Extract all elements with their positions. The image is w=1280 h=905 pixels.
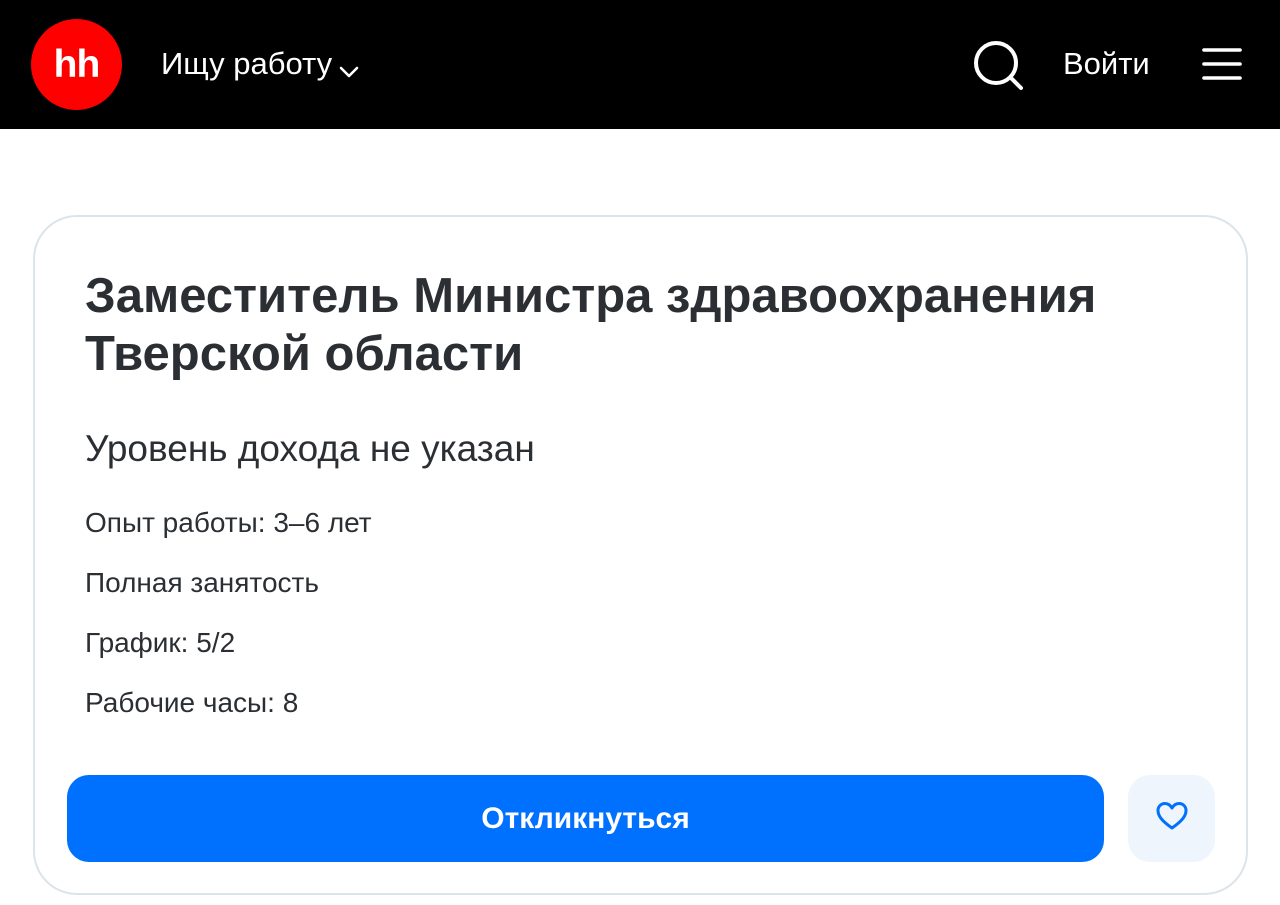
hh-logo[interactable]: hh — [31, 19, 122, 110]
experience-detail: Опыт работы: 3–6 лет — [85, 507, 372, 538]
employment-detail: Полная занятость — [85, 567, 319, 598]
apply-button[interactable]: Откликнуться — [67, 775, 1104, 862]
role-dropdown[interactable]: Ищу работу — [161, 42, 360, 86]
top-bar: hh Ищу работу Войти — [0, 0, 1280, 129]
schedule-detail: График: 5/2 — [85, 627, 236, 658]
role-dropdown-label: Ищу работу — [161, 46, 333, 81]
search-icon[interactable] — [971, 38, 1025, 92]
vacancy-card: Заместитель Министра здравоохранения Тве… — [33, 215, 1248, 895]
work-hours-detail: Рабочие часы: 8 — [85, 687, 299, 718]
chevron-down-icon — [338, 55, 360, 78]
favorite-button[interactable] — [1128, 775, 1215, 862]
salary-text: Уровень дохода не указан — [85, 428, 535, 469]
vacancy-title: Заместитель Министра здравоохранения Тве… — [85, 269, 1097, 381]
login-button[interactable]: Войти — [1063, 42, 1150, 86]
menu-icon[interactable] — [1202, 44, 1242, 84]
heart-icon — [1154, 798, 1190, 839]
